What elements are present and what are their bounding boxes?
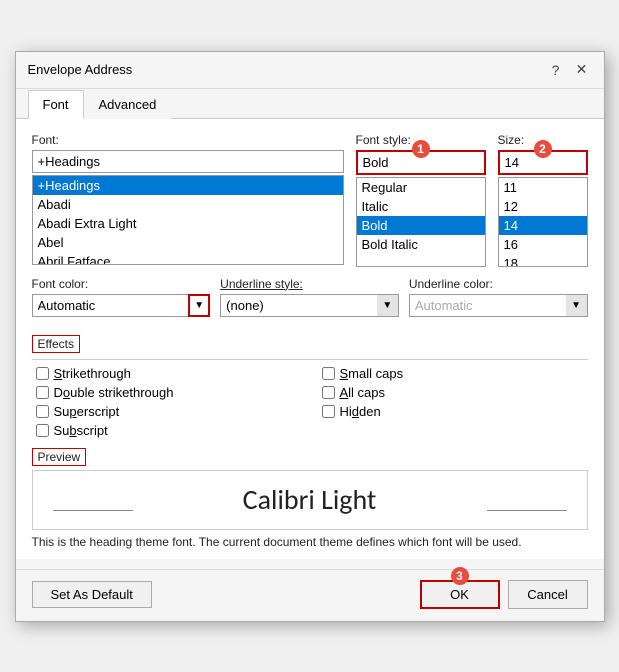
font-column: Font: +Headings Abadi Abadi Extra Light … — [32, 133, 344, 265]
underline-color-label: Underline color: — [409, 277, 588, 291]
superscript-row[interactable]: Superscript — [36, 404, 302, 419]
list-item[interactable]: Regular — [357, 178, 485, 197]
font-color-select[interactable]: Automatic — [32, 294, 211, 317]
dialog-content: Font: +Headings Abadi Abadi Extra Light … — [16, 119, 604, 559]
underline-row: Font color: Automatic ▼ Underline style:… — [32, 277, 588, 317]
all-caps-label: All caps — [340, 385, 386, 400]
style-badge: 1 — [412, 140, 430, 158]
list-item[interactable]: Abadi Extra Light — [33, 214, 343, 233]
tab-advanced[interactable]: Advanced — [84, 90, 172, 119]
font-color-label: Font color: — [32, 277, 211, 291]
list-item[interactable]: Abel — [33, 233, 343, 252]
preview-description: This is the heading theme font. The curr… — [32, 535, 588, 549]
double-strikethrough-label: Double strikethrough — [54, 385, 174, 400]
preview-line-right — [487, 510, 567, 511]
all-caps-row[interactable]: All caps — [322, 385, 588, 400]
underline-color-col: Underline color: Automatic ▼ — [409, 277, 588, 317]
superscript-label: Superscript — [54, 404, 120, 419]
underline-style-select-wrap: (none) ▼ — [220, 294, 399, 317]
list-item[interactable]: Italic — [357, 197, 485, 216]
style-input-wrap: 1 — [356, 150, 486, 177]
button-row: Set As Default 3 OK Cancel — [16, 569, 604, 621]
help-button[interactable]: ? — [546, 60, 566, 80]
list-item[interactable]: 11 — [499, 178, 587, 197]
double-strikethrough-row[interactable]: Double strikethrough — [36, 385, 302, 400]
list-item[interactable]: Bold Italic — [357, 235, 485, 254]
underline-style-label: Underline style: — [220, 277, 399, 291]
set-default-button[interactable]: Set As Default — [32, 581, 152, 608]
list-item[interactable]: Abril Fatface — [33, 252, 343, 265]
title-actions: ? ✕ — [546, 60, 592, 80]
ok-button-wrap: 3 OK — [420, 580, 500, 609]
list-item[interactable]: 18 — [499, 254, 587, 267]
tabs-bar: Font Advanced — [16, 89, 604, 119]
preview-section: Preview Calibri Light This is the headin… — [32, 448, 588, 549]
size-badge: 2 — [534, 140, 552, 158]
hidden-checkbox[interactable] — [322, 405, 335, 418]
effects-grid: Strikethrough Small caps Double striketh… — [32, 366, 588, 438]
underline-style-select[interactable]: (none) — [220, 294, 399, 317]
font-color-select-wrap: Automatic ▼ — [32, 294, 211, 317]
preview-text: Calibri Light — [243, 482, 377, 517]
strikethrough-label: Strikethrough — [54, 366, 131, 381]
underline-style-col: Underline style: (none) ▼ — [220, 277, 399, 317]
size-list[interactable]: 11 12 14 16 18 — [498, 177, 588, 267]
close-button[interactable]: ✕ — [572, 60, 592, 80]
subscript-row[interactable]: Subscript — [36, 423, 302, 438]
font-list[interactable]: +Headings Abadi Abadi Extra Light Abel A… — [32, 175, 344, 265]
hidden-row[interactable]: Hidden — [322, 404, 588, 419]
effects-label: Effects — [32, 335, 80, 353]
small-caps-checkbox[interactable] — [322, 367, 335, 380]
dialog-title: Envelope Address — [28, 62, 133, 77]
tab-font[interactable]: Font — [28, 90, 84, 119]
cancel-button[interactable]: Cancel — [508, 580, 588, 609]
subscript-label: Subscript — [54, 423, 108, 438]
ok-badge: 3 — [451, 567, 469, 585]
double-strikethrough-checkbox[interactable] — [36, 386, 49, 399]
size-column: Size: 2 11 12 14 16 18 — [498, 133, 588, 267]
list-item[interactable]: 16 — [499, 235, 587, 254]
ok-cancel-group: 3 OK Cancel — [420, 580, 588, 609]
list-item[interactable]: +Headings — [33, 176, 343, 195]
font-row: Font: +Headings Abadi Abadi Extra Light … — [32, 133, 588, 267]
effects-divider — [32, 359, 588, 360]
envelope-address-dialog: Envelope Address ? ✕ Font Advanced Font:… — [15, 51, 605, 622]
list-item[interactable]: Abadi — [33, 195, 343, 214]
style-column: Font style: 1 Regular Italic Bold Bold I… — [356, 133, 486, 267]
title-bar: Envelope Address ? ✕ — [16, 52, 604, 89]
underline-color-select[interactable]: Automatic — [409, 294, 588, 317]
small-caps-label: Small caps — [340, 366, 404, 381]
style-list[interactable]: Regular Italic Bold Bold Italic — [356, 177, 486, 267]
underline-color-select-wrap: Automatic ▼ — [409, 294, 588, 317]
strikethrough-checkbox[interactable] — [36, 367, 49, 380]
subscript-checkbox[interactable] — [36, 424, 49, 437]
list-item[interactable]: 14 — [499, 216, 587, 235]
effects-section: Effects Strikethrough Small caps Double … — [32, 327, 588, 438]
strikethrough-row[interactable]: Strikethrough — [36, 366, 302, 381]
preview-label: Preview — [32, 448, 87, 466]
font-input[interactable] — [32, 150, 344, 173]
all-caps-checkbox[interactable] — [322, 386, 335, 399]
hidden-label: Hidden — [340, 404, 381, 419]
preview-line-left — [53, 510, 133, 511]
font-label: Font: — [32, 133, 344, 147]
font-color-col: Font color: Automatic ▼ — [32, 277, 211, 317]
small-caps-row[interactable]: Small caps — [322, 366, 588, 381]
size-input-wrap: 2 — [498, 150, 588, 177]
preview-box: Calibri Light — [32, 470, 588, 530]
list-item[interactable]: Bold — [357, 216, 485, 235]
list-item[interactable]: 12 — [499, 197, 587, 216]
superscript-checkbox[interactable] — [36, 405, 49, 418]
